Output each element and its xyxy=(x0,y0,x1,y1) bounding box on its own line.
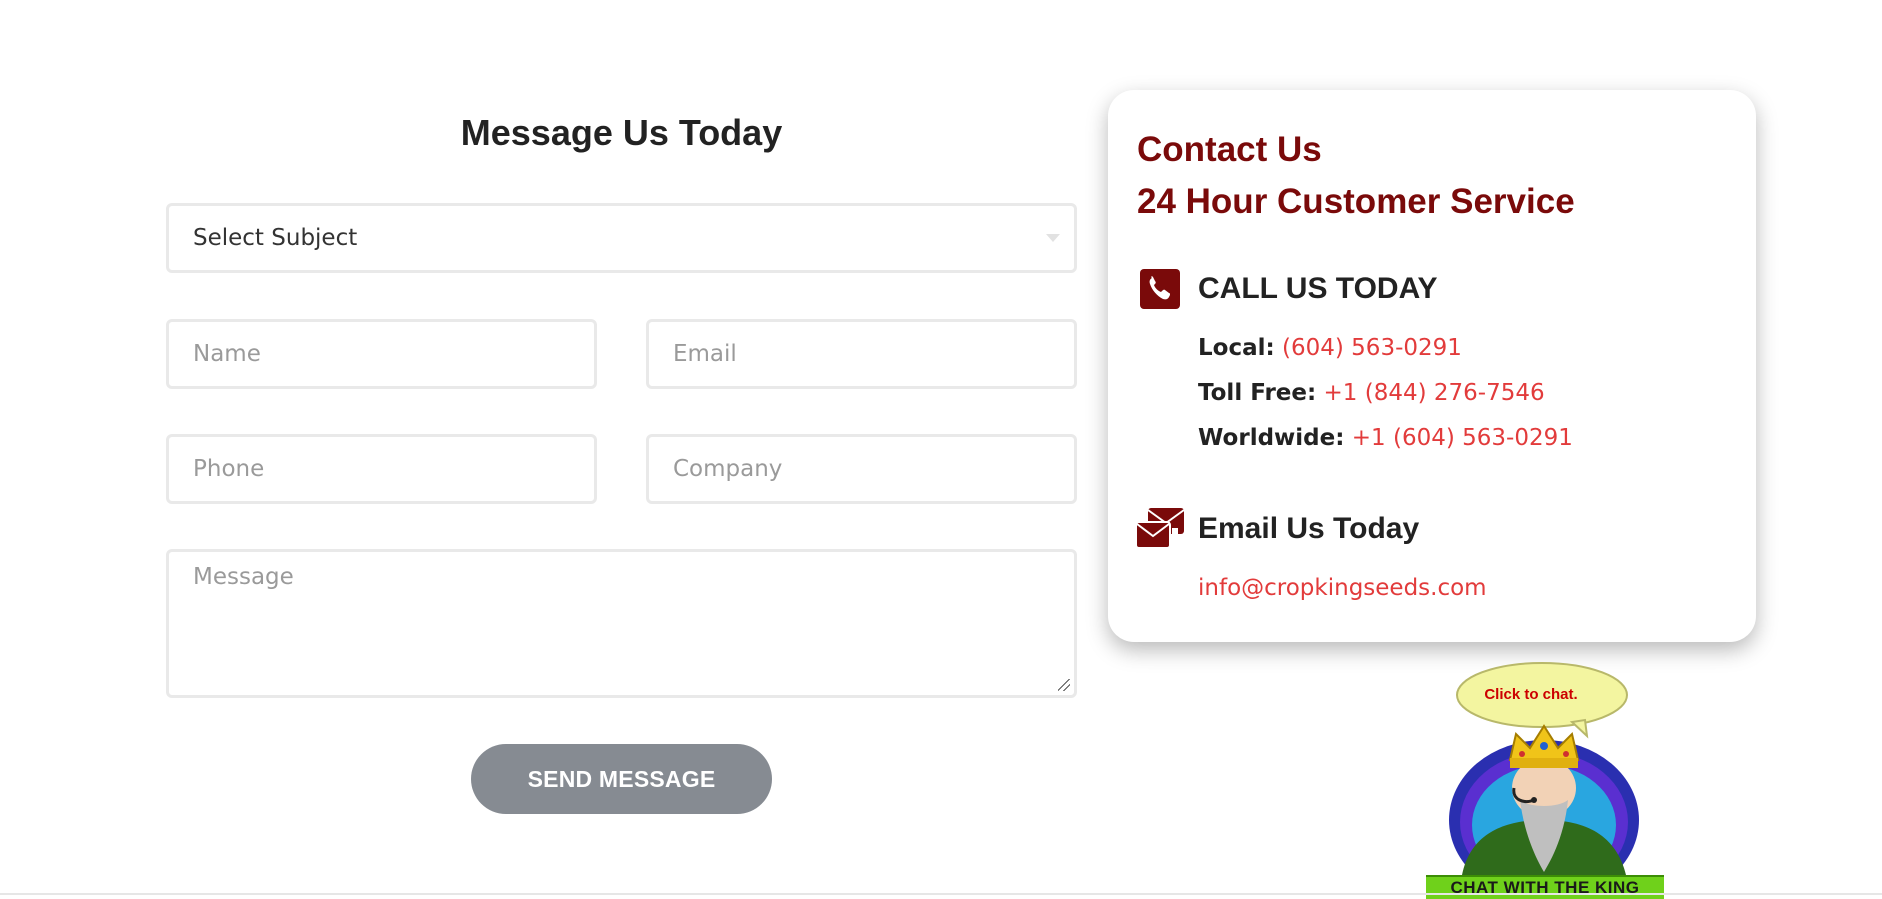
email-field[interactable]: Email xyxy=(646,319,1077,389)
company-placeholder: Company xyxy=(673,456,783,482)
phone-field[interactable]: Phone xyxy=(166,434,597,504)
worldwide-phone-link[interactable]: +1 (604) 563-0291 xyxy=(1352,425,1573,451)
email-placeholder: Email xyxy=(673,341,737,367)
contact-card-title: Contact Us 24 Hour Customer Service xyxy=(1137,124,1575,228)
tollfree-phone-link[interactable]: +1 (844) 276-7546 xyxy=(1324,380,1545,406)
chevron-down-icon xyxy=(1046,234,1060,242)
form-title: Message Us Today xyxy=(460,112,783,153)
message-textarea[interactable]: Message xyxy=(166,549,1077,698)
service-title-line: 24 Hour Customer Service xyxy=(1137,182,1575,221)
call-us-heading: CALL US TODAY xyxy=(1198,272,1438,305)
worldwide-label: Worldwide: xyxy=(1198,425,1345,451)
chat-widget[interactable]: Click to chat. CHAT WITH THE KING xyxy=(1422,660,1668,899)
subject-select-value: Select Subject xyxy=(193,225,358,251)
phone-icon xyxy=(1140,269,1180,309)
local-phone-line: Local: (604) 563-0291 xyxy=(1198,335,1462,361)
name-placeholder: Name xyxy=(193,341,261,367)
tollfree-label: Toll Free: xyxy=(1198,380,1317,406)
email-us-heading: Email Us Today xyxy=(1198,512,1420,545)
subject-select[interactable]: Select Subject xyxy=(166,203,1077,273)
local-phone-link[interactable]: (604) 563-0291 xyxy=(1282,335,1462,361)
email-link[interactable]: info@cropkingseeds.com xyxy=(1198,575,1487,601)
chat-bubble-text[interactable]: Click to chat. xyxy=(1466,686,1596,703)
contact-title-line: Contact Us xyxy=(1137,130,1322,169)
message-placeholder: Message xyxy=(193,564,294,590)
local-label: Local: xyxy=(1198,335,1275,361)
worldwide-phone-line: Worldwide: +1 (604) 563-0291 xyxy=(1198,425,1573,451)
tollfree-phone-line: Toll Free: +1 (844) 276-7546 xyxy=(1198,380,1545,406)
phone-placeholder: Phone xyxy=(193,456,265,482)
resize-handle-icon[interactable] xyxy=(1058,679,1070,691)
send-message-button[interactable]: SEND MESSAGE xyxy=(471,744,772,814)
company-field[interactable]: Company xyxy=(646,434,1077,504)
chat-banner[interactable]: CHAT WITH THE KING xyxy=(1426,875,1664,899)
envelopes-icon xyxy=(1135,508,1185,549)
name-field[interactable]: Name xyxy=(166,319,597,389)
